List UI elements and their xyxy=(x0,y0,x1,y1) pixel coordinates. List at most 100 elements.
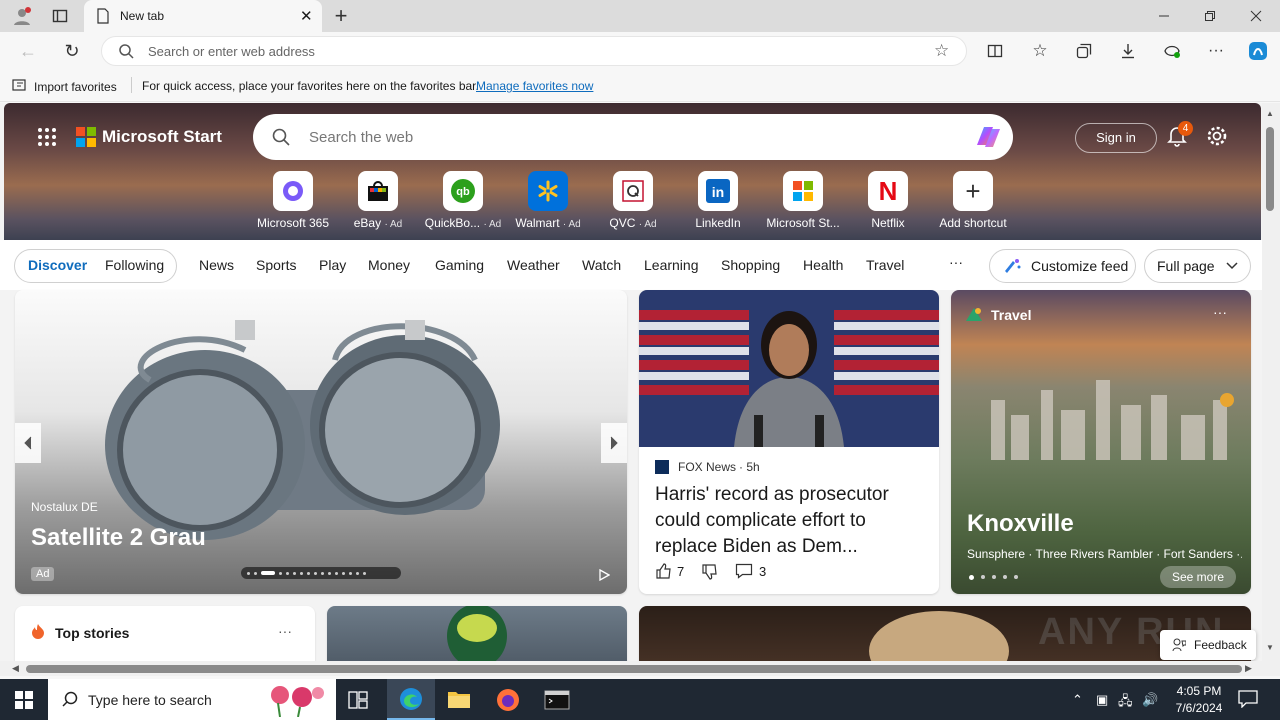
comments-button[interactable]: 3 xyxy=(735,563,766,579)
tray-device-icon[interactable]: ▣ xyxy=(1096,692,1108,708)
dislike-button[interactable] xyxy=(701,564,717,585)
travel-more-icon[interactable]: ··· xyxy=(1213,304,1227,320)
tab-following[interactable]: Following xyxy=(105,257,164,273)
scroll-up-icon[interactable]: ▲ xyxy=(1266,109,1274,118)
apps-launcher-icon[interactable] xyxy=(37,127,57,152)
copilot-icon[interactable] xyxy=(1244,37,1272,65)
news-source[interactable]: FOX News xyxy=(678,460,736,474)
favbar-hint: For quick access, place your favorites h… xyxy=(142,79,479,93)
new-tab-icon[interactable]: + xyxy=(327,2,355,30)
shortcut-linkedin[interactable]: in LinkedIn xyxy=(675,171,761,230)
microsoft-start-logo[interactable]: Microsoft Start xyxy=(76,127,222,147)
travel-city[interactable]: Knoxville xyxy=(967,510,1074,538)
web-search-box[interactable]: Search the web xyxy=(253,114,1013,160)
back-icon[interactable]: ← xyxy=(14,37,42,65)
collections-icon[interactable] xyxy=(1070,37,1098,65)
tray-chevron-up-icon[interactable]: ⌃ xyxy=(1072,692,1083,708)
clock-time[interactable]: 4:05 PM xyxy=(1173,684,1225,698)
see-more-button[interactable]: See more xyxy=(1160,566,1237,588)
shortcut-ebay[interactable]: eBay · Ad xyxy=(335,171,421,230)
nav-sports[interactable]: Sports xyxy=(256,257,296,273)
nav-more-button[interactable]: ··· xyxy=(949,254,963,270)
tab-discover[interactable]: Discover xyxy=(28,257,87,273)
file-explorer-icon[interactable] xyxy=(447,689,471,714)
clock-date[interactable]: 7/6/2024 xyxy=(1171,701,1227,715)
add-shortcut-button[interactable]: + Add shortcut xyxy=(930,171,1016,230)
nav-weather[interactable]: Weather xyxy=(507,257,560,273)
terminal-icon[interactable] xyxy=(544,690,570,715)
feedback-button[interactable]: Feedback xyxy=(1160,630,1256,660)
vertical-scrollbar[interactable]: ▲ ▼ xyxy=(1262,103,1280,661)
nav-travel[interactable]: Travel xyxy=(866,257,904,273)
like-button[interactable]: 7 xyxy=(655,563,684,579)
taskbar-search-box[interactable]: Type here to search xyxy=(48,679,336,720)
nav-shopping[interactable]: Shopping xyxy=(721,257,780,273)
import-favorites-button[interactable]: Import favorites xyxy=(12,78,117,95)
scroll-thumb[interactable] xyxy=(1266,127,1274,211)
news-headline[interactable]: Harris' record as prosecutor could compl… xyxy=(655,482,930,560)
downloads-icon[interactable] xyxy=(1114,37,1142,65)
ad-title[interactable]: Satellite 2 Grau xyxy=(31,524,206,552)
refresh-icon[interactable]: ↻ xyxy=(58,37,86,65)
firefox-icon[interactable] xyxy=(496,688,520,717)
network-icon[interactable]: 🖧 xyxy=(1118,692,1133,714)
tab-new-tab[interactable]: New tab ✕ xyxy=(84,0,322,32)
carousel-next-button[interactable] xyxy=(601,423,627,463)
address-bar[interactable]: Search or enter web address ☆ xyxy=(101,36,967,66)
nav-news[interactable]: News xyxy=(199,257,234,273)
edge-icon xyxy=(400,687,422,710)
profile-icon[interactable] xyxy=(8,2,36,30)
shortcut-microsoft-365[interactable]: Microsoft 365 xyxy=(250,171,336,230)
nav-health[interactable]: Health xyxy=(803,257,843,273)
nav-gaming[interactable]: Gaming xyxy=(435,257,484,273)
horizontal-scrollbar[interactable]: ◀ ▶ xyxy=(0,661,1280,676)
restore-icon[interactable] xyxy=(1196,2,1224,30)
notification-center-icon[interactable] xyxy=(1238,690,1258,713)
shortcut-walmart[interactable]: Walmart · Ad xyxy=(505,171,591,230)
scroll-right-icon[interactable]: ▶ xyxy=(1245,663,1252,674)
workspaces-icon[interactable] xyxy=(46,2,74,30)
favorites-icon[interactable]: ☆ xyxy=(1026,37,1054,65)
nav-money[interactable]: Money xyxy=(368,257,410,273)
news-card[interactable]: FOX News · 5h Harris' record as prosecut… xyxy=(639,290,939,594)
shortcut-netflix[interactable]: N Netflix xyxy=(845,171,931,230)
search-icon xyxy=(62,691,78,712)
notifications-button[interactable]: 4 xyxy=(1166,121,1193,152)
shortcut-microsoft-store[interactable]: Microsoft St... xyxy=(760,171,846,230)
more-menu-icon[interactable]: ··· xyxy=(1202,37,1230,65)
start-button[interactable] xyxy=(0,679,48,720)
top-stories-more-icon[interactable]: ··· xyxy=(278,623,292,639)
copilot-icon[interactable] xyxy=(973,123,1003,156)
travel-carousel-dots[interactable] xyxy=(969,575,1018,580)
layout-dropdown[interactable]: Full page xyxy=(1144,249,1251,283)
close-tab-icon[interactable]: ✕ xyxy=(300,7,313,25)
browser-essentials-icon[interactable] xyxy=(1158,37,1186,65)
minimize-icon[interactable] xyxy=(1150,2,1178,30)
comment-count: 3 xyxy=(759,563,767,579)
sign-in-button[interactable]: Sign in xyxy=(1075,123,1157,153)
hscroll-thumb[interactable] xyxy=(26,665,1242,673)
sports-image-card[interactable] xyxy=(327,606,627,661)
scroll-down-icon[interactable]: ▼ xyxy=(1266,643,1274,652)
ad-choices-icon[interactable] xyxy=(598,568,611,586)
ad-carousel-card[interactable]: Nostalux DE Satellite 2 Grau Ad xyxy=(15,290,627,594)
task-view-icon[interactable] xyxy=(348,691,368,714)
star-icon[interactable]: ☆ xyxy=(934,41,949,61)
carousel-dots[interactable] xyxy=(241,567,401,579)
carousel-prev-button[interactable] xyxy=(15,423,41,463)
travel-card[interactable]: Travel ··· Knoxville Sunsphere · Three R… xyxy=(951,290,1251,594)
new-tab-page: Microsoft Start Search the web Sign in 4… xyxy=(0,103,1262,661)
nav-play[interactable]: Play xyxy=(319,257,346,273)
nav-learning[interactable]: Learning xyxy=(644,257,699,273)
edge-taskbar-button[interactable] xyxy=(387,679,435,720)
volume-icon[interactable]: 🔊 xyxy=(1142,692,1158,708)
customize-feed-button[interactable]: Customize feed xyxy=(989,249,1136,283)
split-screen-icon[interactable] xyxy=(981,37,1009,65)
shortcut-qvc[interactable]: QVC · Ad xyxy=(590,171,676,230)
manage-favorites-link[interactable]: Manage favorites now xyxy=(476,79,593,93)
scroll-left-icon[interactable]: ◀ xyxy=(12,663,19,674)
close-window-icon[interactable] xyxy=(1242,2,1270,30)
nav-watch[interactable]: Watch xyxy=(582,257,621,273)
settings-gear-icon[interactable] xyxy=(1206,125,1228,152)
shortcut-quickbooks[interactable]: qb QuickBo... · Ad xyxy=(420,171,506,230)
